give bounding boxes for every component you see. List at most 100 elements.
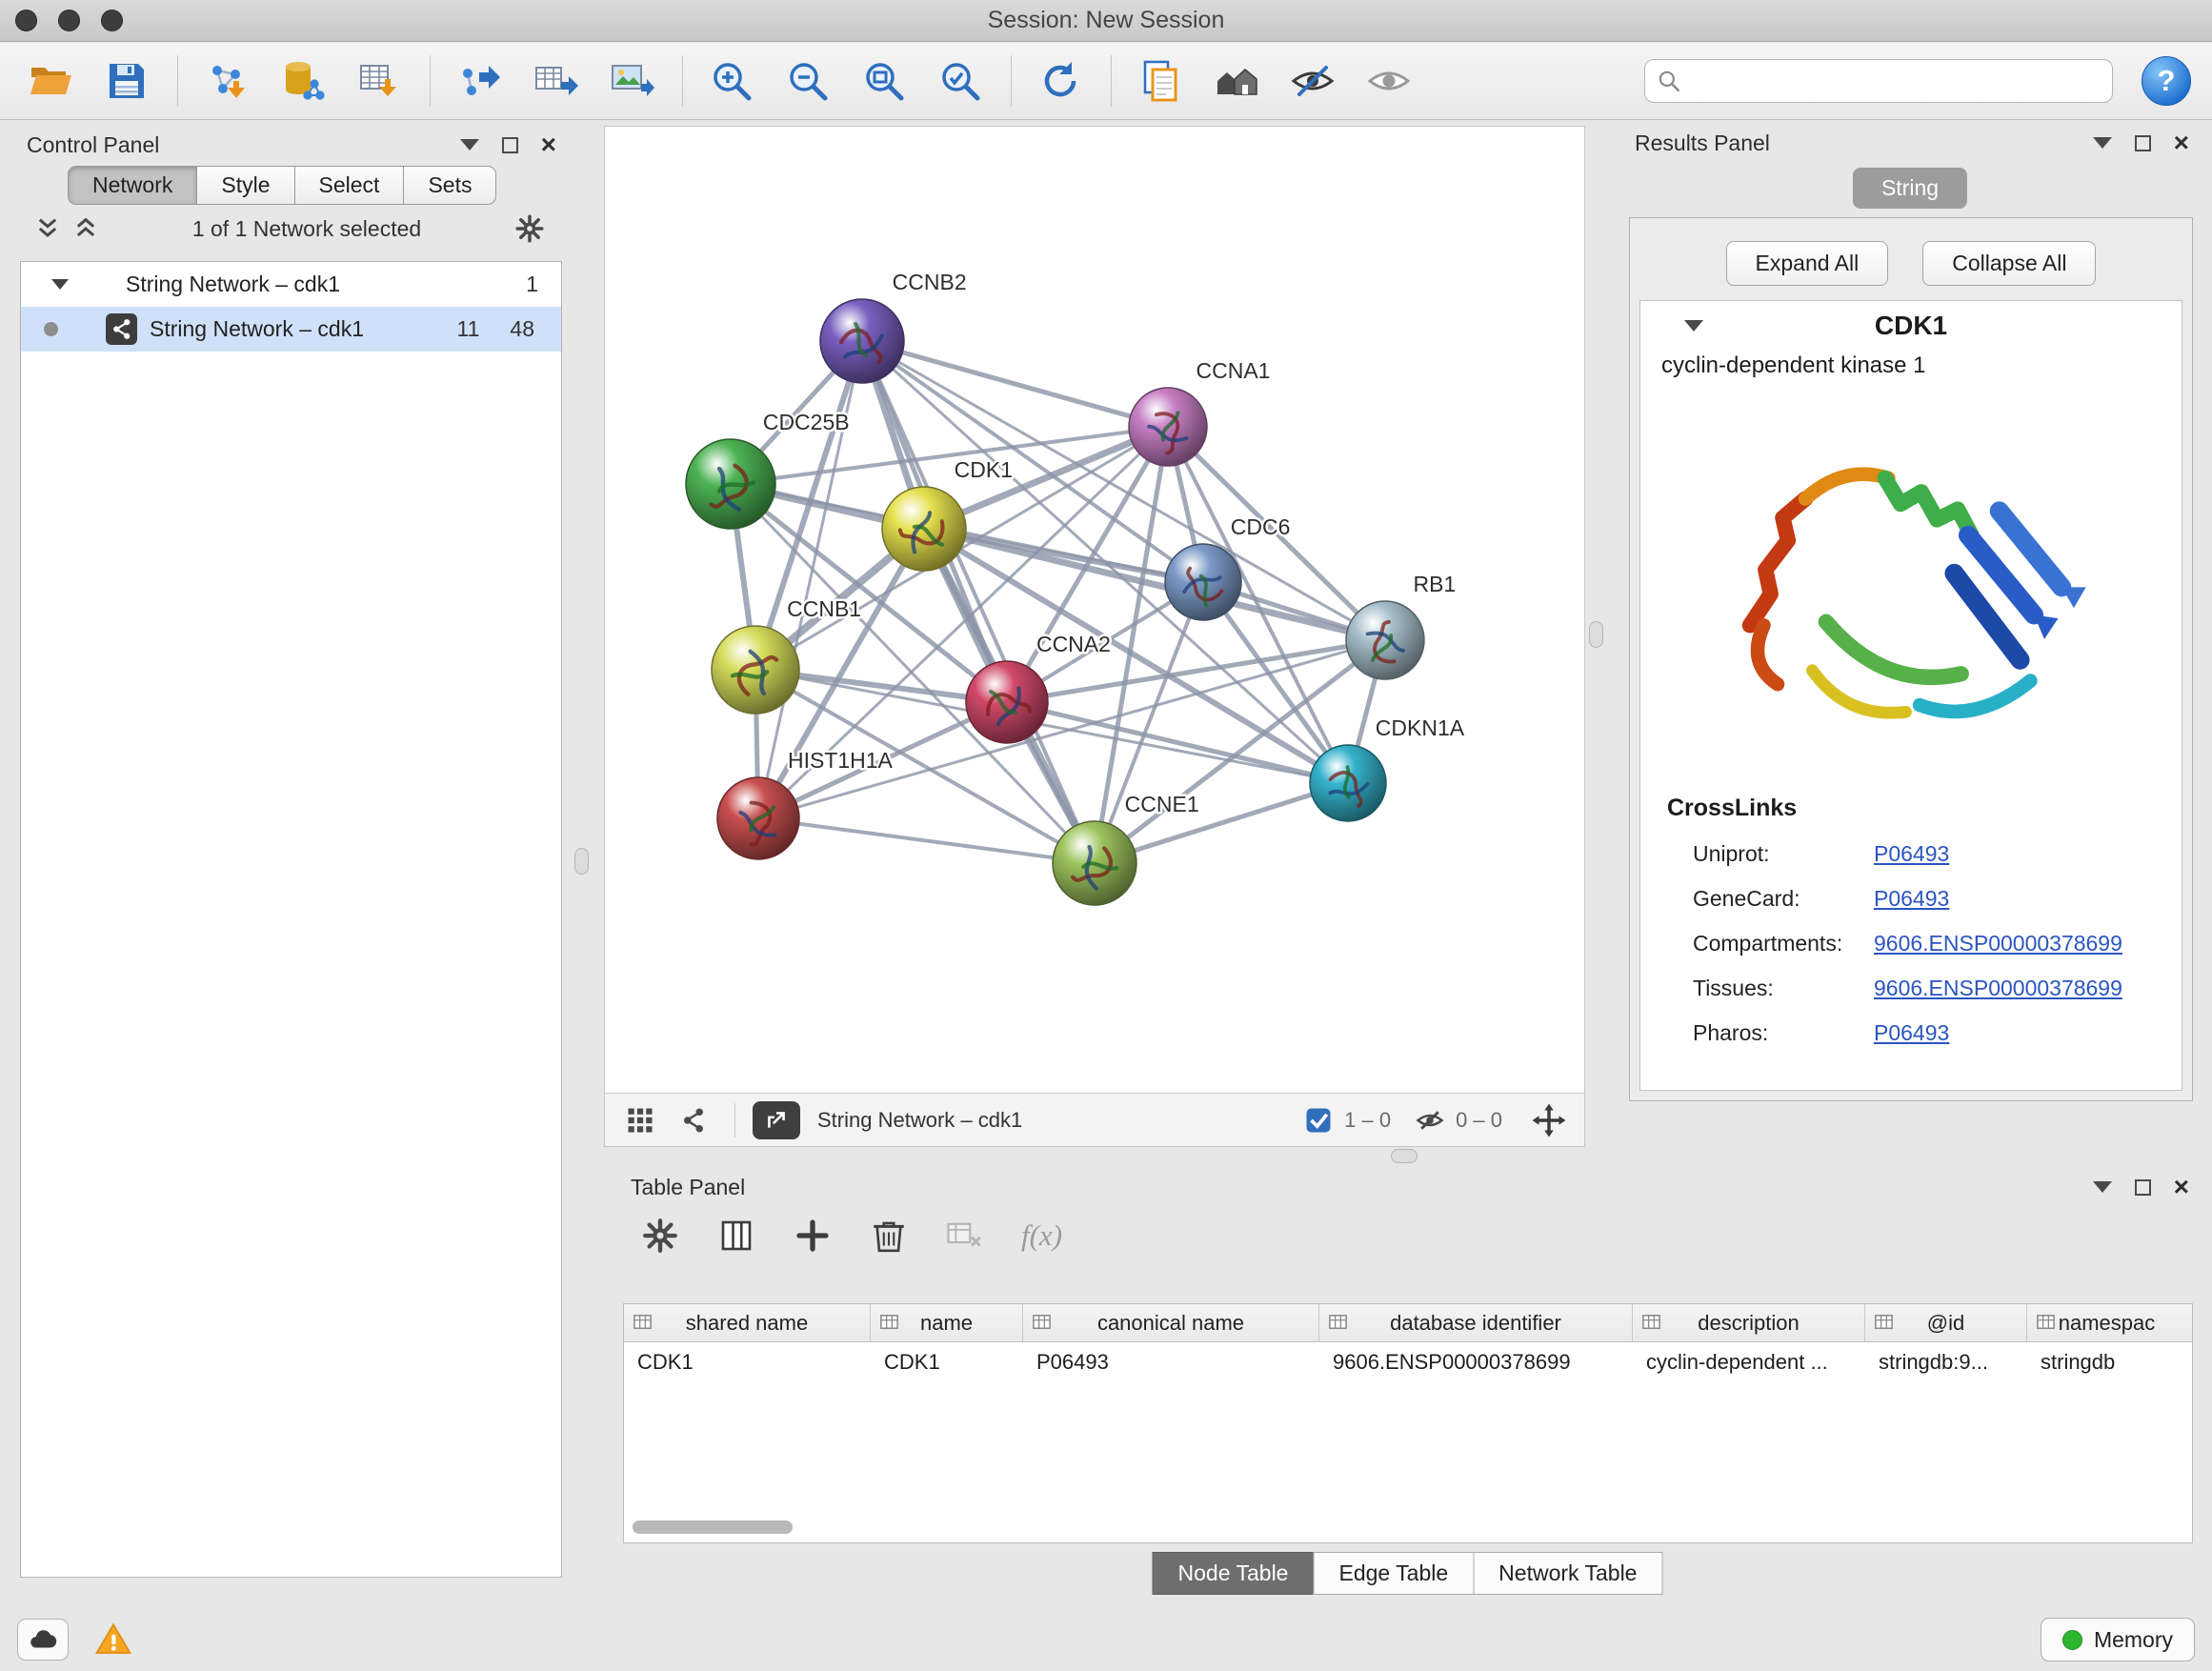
- zoom-out-button[interactable]: [778, 50, 837, 111]
- application-window: Session: New Session: [0, 0, 2212, 1671]
- column-header-description[interactable]: description: [1633, 1304, 1865, 1341]
- delete-table-button[interactable]: [945, 1216, 985, 1256]
- network-row[interactable]: String Network – cdk1 11 48: [21, 307, 561, 352]
- collapse-gene-icon[interactable]: [1684, 320, 1703, 332]
- panel-splitter-handle[interactable]: [574, 848, 589, 875]
- network-collection-row[interactable]: String Network – cdk1 1: [21, 262, 561, 307]
- collection-expand-icon[interactable]: [51, 279, 69, 290]
- network-node-cdk1[interactable]: CDK1: [882, 457, 1013, 571]
- delete-column-button[interactable]: [869, 1216, 909, 1256]
- memory-button[interactable]: Memory: [2041, 1618, 2195, 1661]
- cell-id[interactable]: stringdb:9...: [1865, 1350, 2027, 1375]
- column-header-database-identifier[interactable]: database identifier: [1319, 1304, 1633, 1341]
- export-table-button[interactable]: [526, 50, 585, 111]
- snapshot-button[interactable]: [1131, 50, 1190, 111]
- export-network-icon: [456, 58, 502, 104]
- panel-splitter-handle[interactable]: [1391, 1149, 1418, 1163]
- tab-node-table[interactable]: Node Table: [1153, 1552, 1315, 1595]
- hide-selected-button[interactable]: [1283, 50, 1342, 111]
- expand-all-networks-button[interactable]: [67, 210, 105, 248]
- table-row[interactable]: CDK1 CDK1 P06493 9606.ENSP00000378699 cy…: [624, 1342, 2192, 1382]
- gene-card-header[interactable]: CDK1: [1640, 301, 2182, 351]
- panel-menu-icon[interactable]: [2093, 1181, 2112, 1193]
- tab-edge-table[interactable]: Edge Table: [1313, 1552, 1474, 1595]
- column-header-name[interactable]: name: [871, 1304, 1023, 1341]
- crosslink-tissues-link[interactable]: 9606.ENSP00000378699: [1874, 976, 2122, 1001]
- column-header-id[interactable]: @id: [1865, 1304, 2027, 1341]
- float-panel-icon[interactable]: [502, 137, 518, 153]
- float-panel-icon[interactable]: [2135, 1179, 2151, 1196]
- tab-string[interactable]: String: [1853, 168, 1967, 209]
- tab-select[interactable]: Select: [295, 166, 405, 205]
- zoom-selected-button[interactable]: [931, 50, 990, 111]
- export-image-button[interactable]: [602, 50, 661, 111]
- panel-menu-icon[interactable]: [2093, 137, 2112, 149]
- cell-shared-name[interactable]: CDK1: [624, 1350, 871, 1375]
- refresh-button[interactable]: [1031, 50, 1090, 111]
- column-icon: [1327, 1312, 1349, 1334]
- create-column-button[interactable]: [793, 1216, 833, 1256]
- column-header-namespace[interactable]: namespac: [2027, 1304, 2186, 1341]
- network-node-ccna1[interactable]: CCNA1: [1129, 358, 1270, 466]
- search-input[interactable]: [1689, 69, 2101, 94]
- network-options-button[interactable]: [509, 208, 551, 250]
- expand-all-button[interactable]: Expand All: [1726, 241, 1889, 286]
- grid-view-button[interactable]: [618, 1098, 662, 1142]
- table-settings-button[interactable]: [640, 1216, 680, 1256]
- show-columns-button[interactable]: [716, 1216, 756, 1256]
- cloud-status-button[interactable]: [17, 1619, 69, 1661]
- network-share-button[interactable]: [672, 1098, 715, 1142]
- import-network-from-database-button[interactable]: [273, 50, 332, 111]
- cell-description[interactable]: cyclin-dependent ...: [1633, 1350, 1865, 1375]
- search-box[interactable]: [1644, 59, 2113, 103]
- crosslink-compartments-link[interactable]: 9606.ENSP00000378699: [1874, 931, 2122, 956]
- float-panel-icon[interactable]: [2135, 135, 2151, 151]
- network-canvas-svg[interactable]: CCNB2CCNA1CDC25BCDK1CDC6RB1CCNB1CCNA2CDK…: [605, 127, 1584, 1093]
- network-edge[interactable]: [758, 818, 1095, 863]
- crosslink-pharos-link[interactable]: P06493: [1874, 1020, 1949, 1046]
- crosslink-genecard-link[interactable]: P06493: [1874, 886, 1949, 912]
- home-button[interactable]: [1207, 50, 1266, 111]
- collapse-all-button[interactable]: Collapse All: [1922, 241, 2096, 286]
- cell-database-identifier[interactable]: 9606.ENSP00000378699: [1319, 1350, 1633, 1375]
- fit-network-button[interactable]: [1527, 1098, 1571, 1142]
- column-header-canonical-name[interactable]: canonical name: [1023, 1304, 1319, 1341]
- cell-namespace[interactable]: stringdb: [2027, 1350, 2186, 1375]
- close-panel-icon[interactable]: ×: [2174, 1174, 2189, 1200]
- export-network-button[interactable]: [450, 50, 509, 111]
- collapse-all-networks-button[interactable]: [29, 210, 67, 248]
- function-builder-button[interactable]: f(x): [1021, 1218, 1062, 1253]
- zoom-fit-button[interactable]: [855, 50, 914, 111]
- panel-menu-icon[interactable]: [460, 139, 479, 151]
- close-panel-icon[interactable]: ×: [541, 131, 556, 158]
- save-session-button[interactable]: [97, 50, 156, 111]
- open-session-button[interactable]: [21, 50, 80, 111]
- import-network-from-file-button[interactable]: [197, 50, 256, 111]
- tab-style[interactable]: Style: [197, 166, 294, 205]
- warnings-button[interactable]: [93, 1620, 133, 1660]
- cell-canonical-name[interactable]: P06493: [1023, 1350, 1319, 1375]
- show-all-button[interactable]: [1359, 50, 1418, 111]
- import-table-button[interactable]: [350, 50, 409, 111]
- network-node-ccne1[interactable]: CCNE1: [1053, 792, 1199, 905]
- network-edge[interactable]: [862, 341, 1095, 863]
- close-panel-icon[interactable]: ×: [2174, 130, 2189, 156]
- tab-network[interactable]: Network: [68, 166, 197, 205]
- panel-splitter-handle[interactable]: [1589, 621, 1603, 648]
- horizontal-scrollbar[interactable]: [633, 1520, 793, 1534]
- network-node-rb1[interactable]: RB1: [1346, 572, 1456, 679]
- hidden-count: 0 – 0: [1456, 1108, 1502, 1133]
- network-node-ccnb1[interactable]: CCNB1: [712, 596, 861, 714]
- network-canvas[interactable]: CCNB2CCNA1CDC25BCDK1CDC6RB1CCNB1CCNA2CDK…: [605, 127, 1584, 1093]
- gene-card: CDK1 cyclin-dependent kinase 1: [1639, 300, 2182, 1091]
- tab-network-table[interactable]: Network Table: [1473, 1552, 1662, 1595]
- tab-sets[interactable]: Sets: [404, 166, 496, 205]
- network-node-cdkn1a[interactable]: CDKN1A: [1310, 715, 1465, 821]
- zoom-in-button[interactable]: [702, 50, 761, 111]
- cell-name[interactable]: CDK1: [871, 1350, 1023, 1375]
- help-button[interactable]: ?: [2142, 56, 2191, 106]
- results-panel-header: Results Panel ×: [1621, 126, 2199, 160]
- column-header-shared-name[interactable]: shared name: [624, 1304, 871, 1341]
- open-in-new-window-button[interactable]: [753, 1101, 800, 1139]
- crosslink-uniprot-link[interactable]: P06493: [1874, 841, 1949, 867]
